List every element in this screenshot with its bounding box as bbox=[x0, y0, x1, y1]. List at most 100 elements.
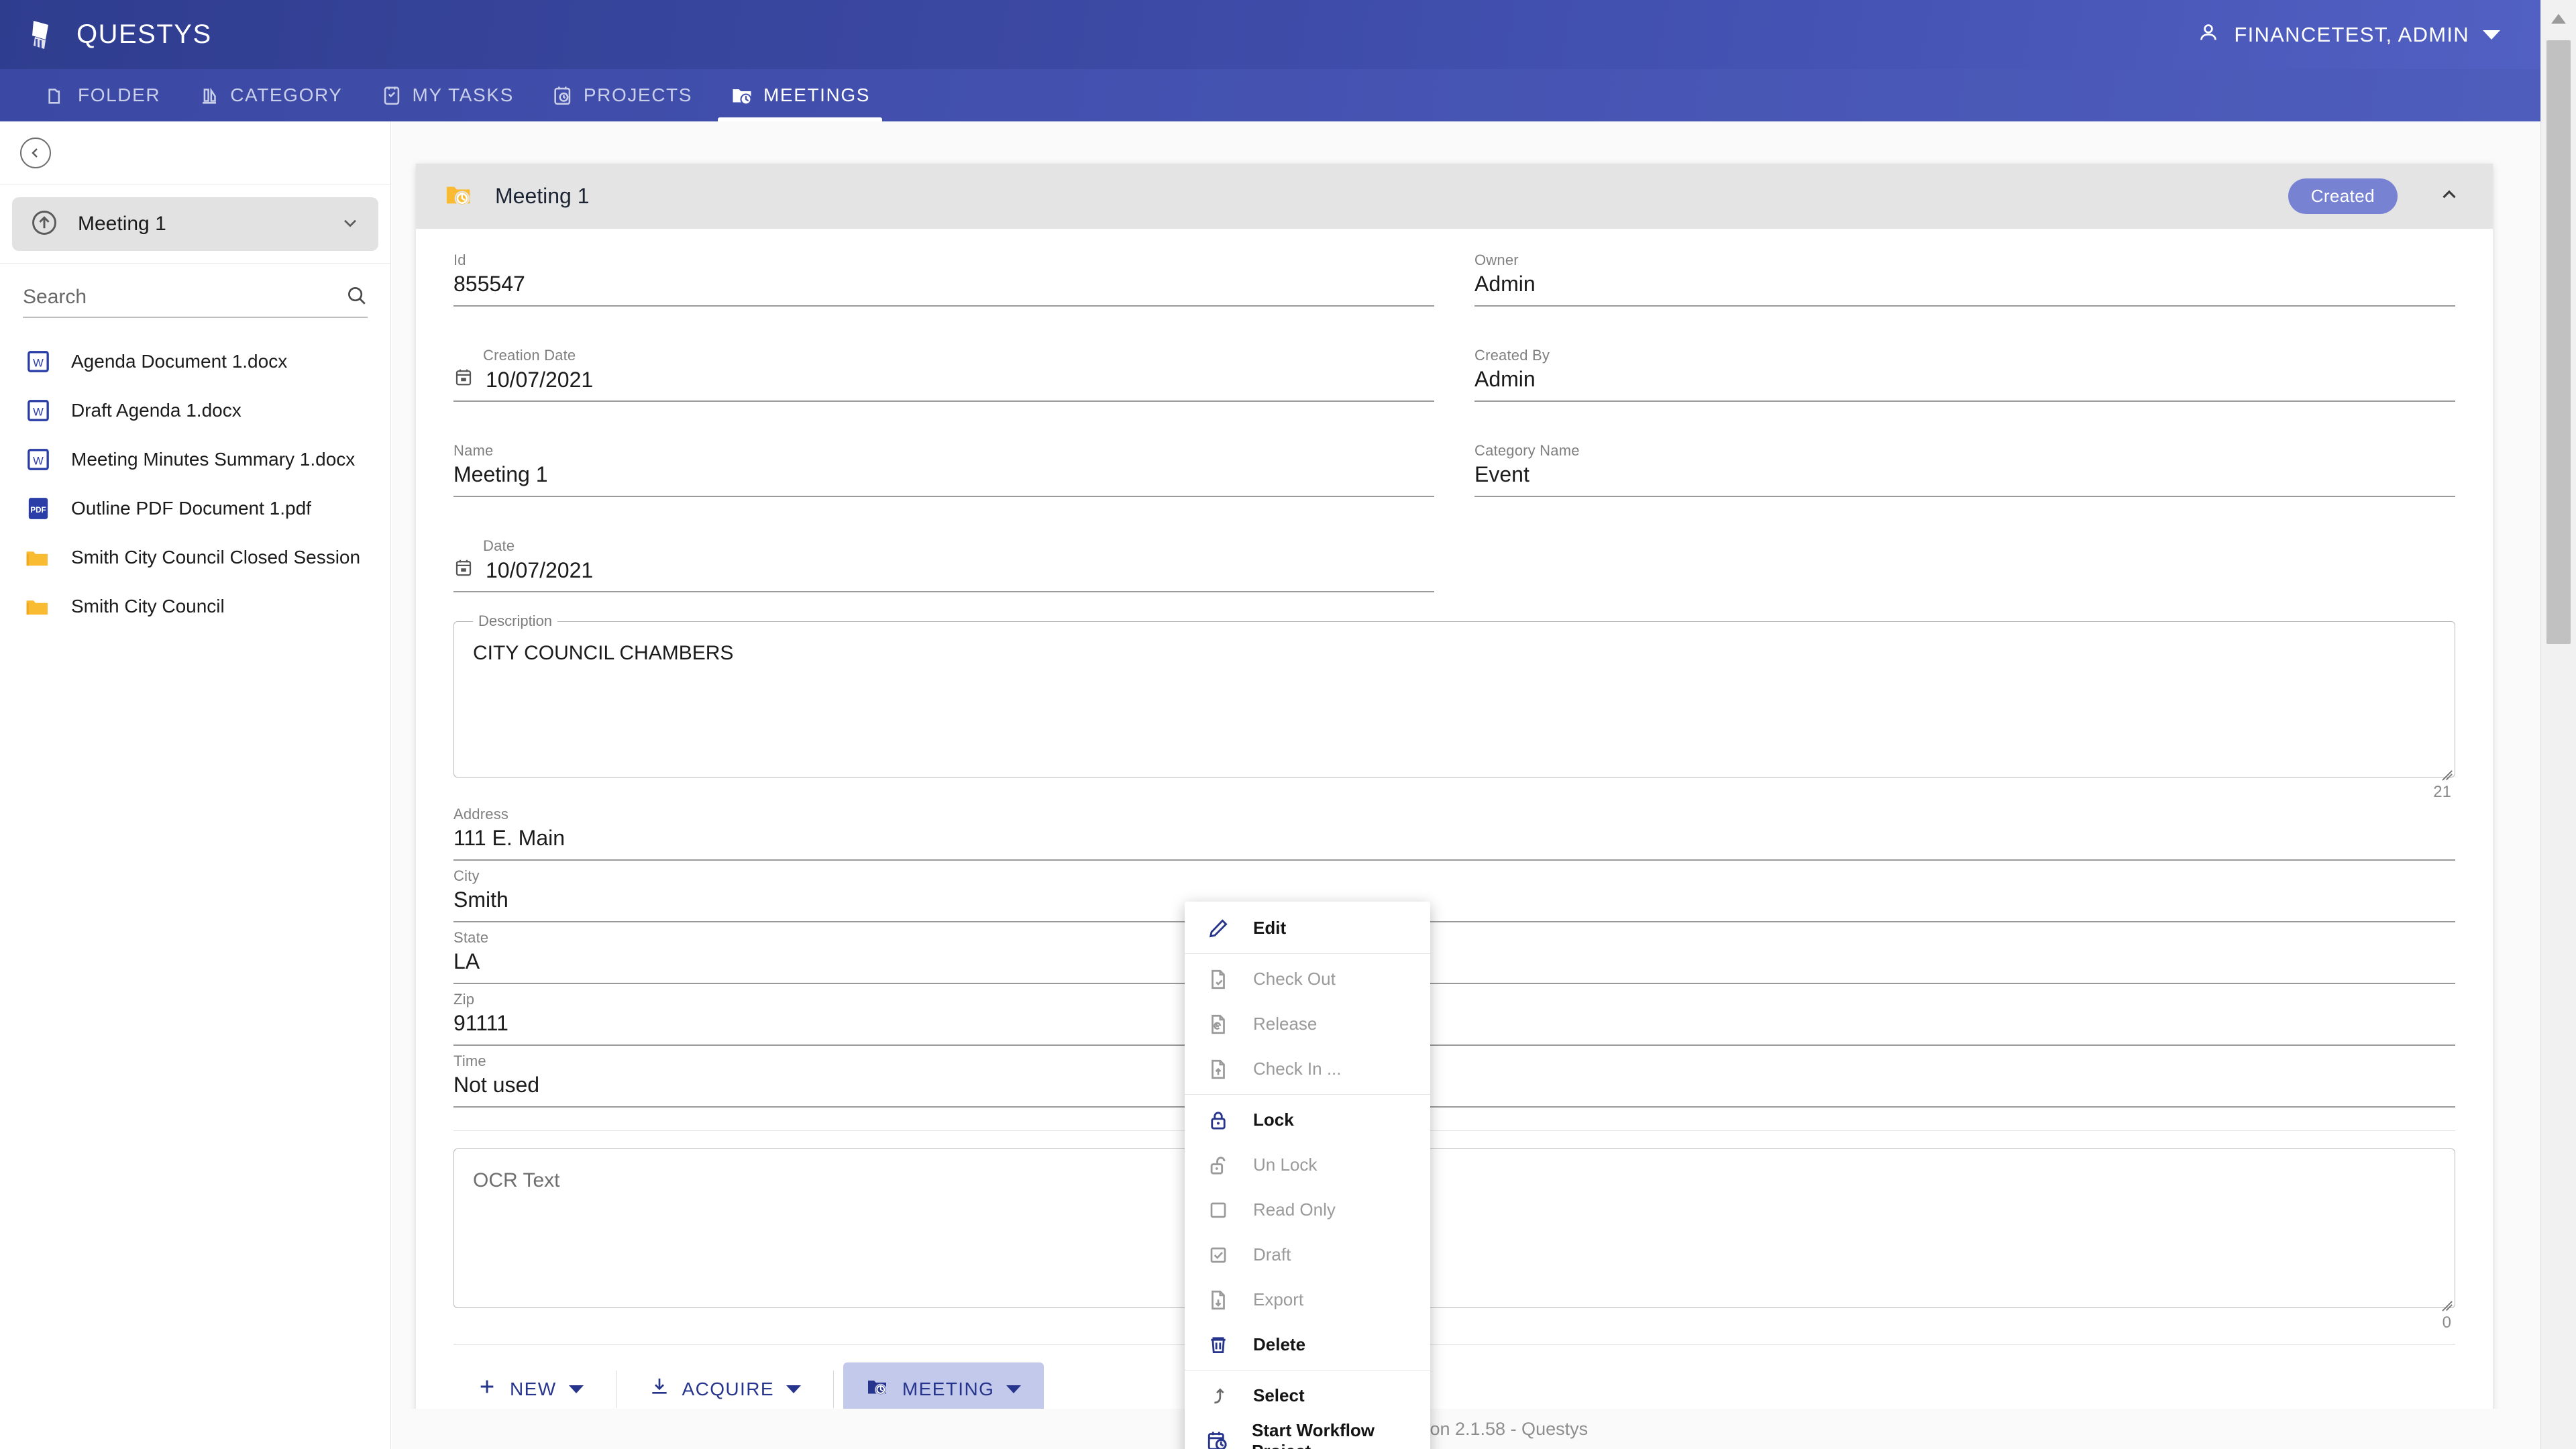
context-menu-divider bbox=[1185, 953, 1430, 954]
field-time[interactable]: Time Not used bbox=[453, 1053, 2455, 1108]
nav-tab-my-tasks[interactable]: MY TASKS bbox=[362, 69, 533, 121]
context-menu-item-label: Export bbox=[1253, 1289, 1304, 1309]
field-id[interactable]: Id 855547 bbox=[453, 252, 1434, 307]
field-zip[interactable]: Zip 91111 bbox=[453, 991, 2455, 1046]
chevron-up-icon[interactable] bbox=[2438, 183, 2461, 209]
form-col-left: Date 10/07/2021 bbox=[453, 537, 1434, 598]
field-value[interactable]: 855547 bbox=[453, 272, 1434, 307]
nav-tab-folder[interactable]: FOLDER bbox=[27, 69, 179, 121]
list-item[interactable]: W Agenda Document 1.docx bbox=[0, 337, 390, 386]
user-menu[interactable]: FINANCETEST, ADMIN bbox=[2196, 21, 2540, 48]
field-value[interactable]: Event bbox=[1474, 462, 2455, 497]
context-menu-item-select[interactable]: Select bbox=[1185, 1373, 1430, 1418]
folder-icon bbox=[46, 84, 68, 107]
field-value[interactable]: Meeting 1 bbox=[453, 462, 1434, 497]
context-menu-item-read-only: Read Only bbox=[1185, 1187, 1430, 1232]
arrow-up-circle-icon[interactable] bbox=[30, 208, 59, 241]
context-menu-item-label: Check Out bbox=[1253, 969, 1336, 989]
ocr-text-placeholder: OCR Text bbox=[473, 1169, 560, 1191]
doc-check-icon bbox=[1203, 965, 1233, 994]
field-value[interactable]: Admin bbox=[1474, 367, 2455, 402]
search-input[interactable] bbox=[23, 285, 345, 309]
new-button[interactable]: NEW bbox=[453, 1364, 606, 1414]
caret-down-icon[interactable] bbox=[2483, 30, 2500, 40]
meeting-button[interactable]: MEETING bbox=[843, 1362, 1044, 1415]
list-item-label: Draft Agenda 1.docx bbox=[71, 399, 241, 421]
list-item[interactable]: Smith City Council bbox=[0, 582, 390, 631]
nav-tab-projects[interactable]: PROJECTS bbox=[533, 69, 711, 121]
brand[interactable]: QUESTYS bbox=[0, 17, 212, 53]
acquire-button[interactable]: ACQUIRE bbox=[626, 1364, 824, 1414]
plus-icon bbox=[476, 1376, 498, 1402]
lock-closed-icon bbox=[1203, 1106, 1233, 1135]
field-label: Address bbox=[453, 806, 509, 822]
caret-down-icon bbox=[568, 1385, 584, 1393]
row-spacer bbox=[453, 312, 2455, 347]
download-icon bbox=[649, 1376, 670, 1402]
field-date[interactable]: Date 10/07/2021 bbox=[453, 537, 1434, 592]
calendar-icon[interactable] bbox=[453, 557, 474, 583]
row-spacer bbox=[453, 407, 2455, 442]
word-doc-icon: W bbox=[23, 395, 54, 426]
brand-name: QUESTYS bbox=[76, 19, 212, 49]
field-address[interactable]: Address 111 E. Main bbox=[453, 806, 2455, 861]
field-value[interactable]: 111 E. Main bbox=[453, 826, 2455, 861]
field-created-by[interactable]: Created By Admin bbox=[1474, 347, 2455, 402]
field-creation-date[interactable]: Creation Date 10/07/2021 bbox=[453, 347, 1434, 402]
nav-tab-label: MY TASKS bbox=[412, 85, 514, 105]
nav-tab-meetings[interactable]: MEETINGS bbox=[711, 69, 889, 121]
word-doc-icon: W bbox=[23, 346, 54, 377]
chevron-down-icon[interactable] bbox=[339, 212, 361, 237]
field-label: Creation Date bbox=[483, 347, 576, 364]
list-item[interactable]: PDF Outline PDF Document 1.pdf bbox=[0, 484, 390, 533]
field-value[interactable]: 91111 bbox=[453, 1011, 2455, 1046]
description-value[interactable]: CITY COUNCIL CHAMBERS bbox=[469, 639, 2440, 665]
context-menu-item-label: Release bbox=[1253, 1014, 1318, 1034]
description-textarea[interactable]: Description CITY COUNCIL CHAMBERS bbox=[453, 612, 2455, 777]
status-badge[interactable]: Created bbox=[2288, 178, 2398, 214]
field-category-name[interactable]: Category Name Event bbox=[1474, 442, 2455, 497]
app-root: QUESTYS FINANCETEST, ADMIN FOLDER CATEGO… bbox=[0, 0, 2576, 1449]
field-value[interactable]: Smith bbox=[453, 888, 2455, 922]
calendar-clock-icon bbox=[1203, 1426, 1232, 1449]
field-owner[interactable]: Owner Admin bbox=[1474, 252, 2455, 307]
meeting-folder-clock-icon bbox=[444, 179, 475, 213]
list-item[interactable]: W Meeting Minutes Summary 1.docx bbox=[0, 435, 390, 484]
field-label: Time bbox=[453, 1053, 486, 1069]
nav-tab-category[interactable]: CATEGORY bbox=[179, 69, 361, 121]
sidebar-selected-item[interactable]: Meeting 1 bbox=[12, 197, 378, 251]
row-spacer bbox=[453, 502, 2455, 537]
field-value-wrap[interactable]: 10/07/2021 bbox=[453, 367, 1434, 402]
ocr-text-textarea[interactable]: OCR Text bbox=[453, 1148, 2455, 1308]
form-row: Id 855547 Owner Admin bbox=[453, 252, 2455, 312]
search-icon[interactable] bbox=[345, 284, 368, 310]
chevron-left-circle-icon[interactable] bbox=[20, 138, 51, 168]
scrollbar-thumb[interactable] bbox=[2546, 40, 2571, 644]
context-menu-item-delete[interactable]: Delete bbox=[1185, 1322, 1430, 1367]
resize-handle[interactable] bbox=[2437, 759, 2452, 774]
field-state[interactable]: State LA bbox=[453, 929, 2455, 984]
field-city[interactable]: City Smith bbox=[453, 867, 2455, 922]
list-item[interactable]: Smith City Council Closed Session bbox=[0, 533, 390, 582]
calendar-icon[interactable] bbox=[453, 367, 474, 392]
field-value[interactable]: LA bbox=[453, 949, 2455, 984]
context-menu-item-un-lock: Un Lock bbox=[1185, 1142, 1430, 1187]
doc-download-icon bbox=[1203, 1285, 1233, 1315]
scroll-up-arrow-icon[interactable] bbox=[2541, 0, 2576, 38]
field-value-wrap[interactable]: 10/07/2021 bbox=[453, 557, 1434, 592]
sidebar-search[interactable] bbox=[23, 284, 368, 318]
action-bar: NEW ACQUIRE MEETING bbox=[453, 1345, 2455, 1415]
context-menu-item-edit[interactable]: Edit bbox=[1185, 906, 1430, 951]
meeting-folder-clock-icon bbox=[866, 1375, 890, 1403]
field-value[interactable]: Not used bbox=[453, 1073, 2455, 1108]
field-label: City bbox=[453, 867, 480, 884]
context-menu-item-start-workflow-project[interactable]: Start Workflow Project bbox=[1185, 1418, 1430, 1449]
page-scrollbar[interactable] bbox=[2540, 0, 2576, 1449]
field-value[interactable]: Admin bbox=[1474, 272, 2455, 307]
form-col-right-empty bbox=[1474, 537, 2455, 598]
context-menu-item-check-out: Check Out bbox=[1185, 957, 1430, 1002]
context-menu-item-lock[interactable]: Lock bbox=[1185, 1097, 1430, 1142]
resize-handle[interactable] bbox=[2437, 1290, 2452, 1305]
list-item[interactable]: W Draft Agenda 1.docx bbox=[0, 386, 390, 435]
field-name[interactable]: Name Meeting 1 bbox=[453, 442, 1434, 497]
